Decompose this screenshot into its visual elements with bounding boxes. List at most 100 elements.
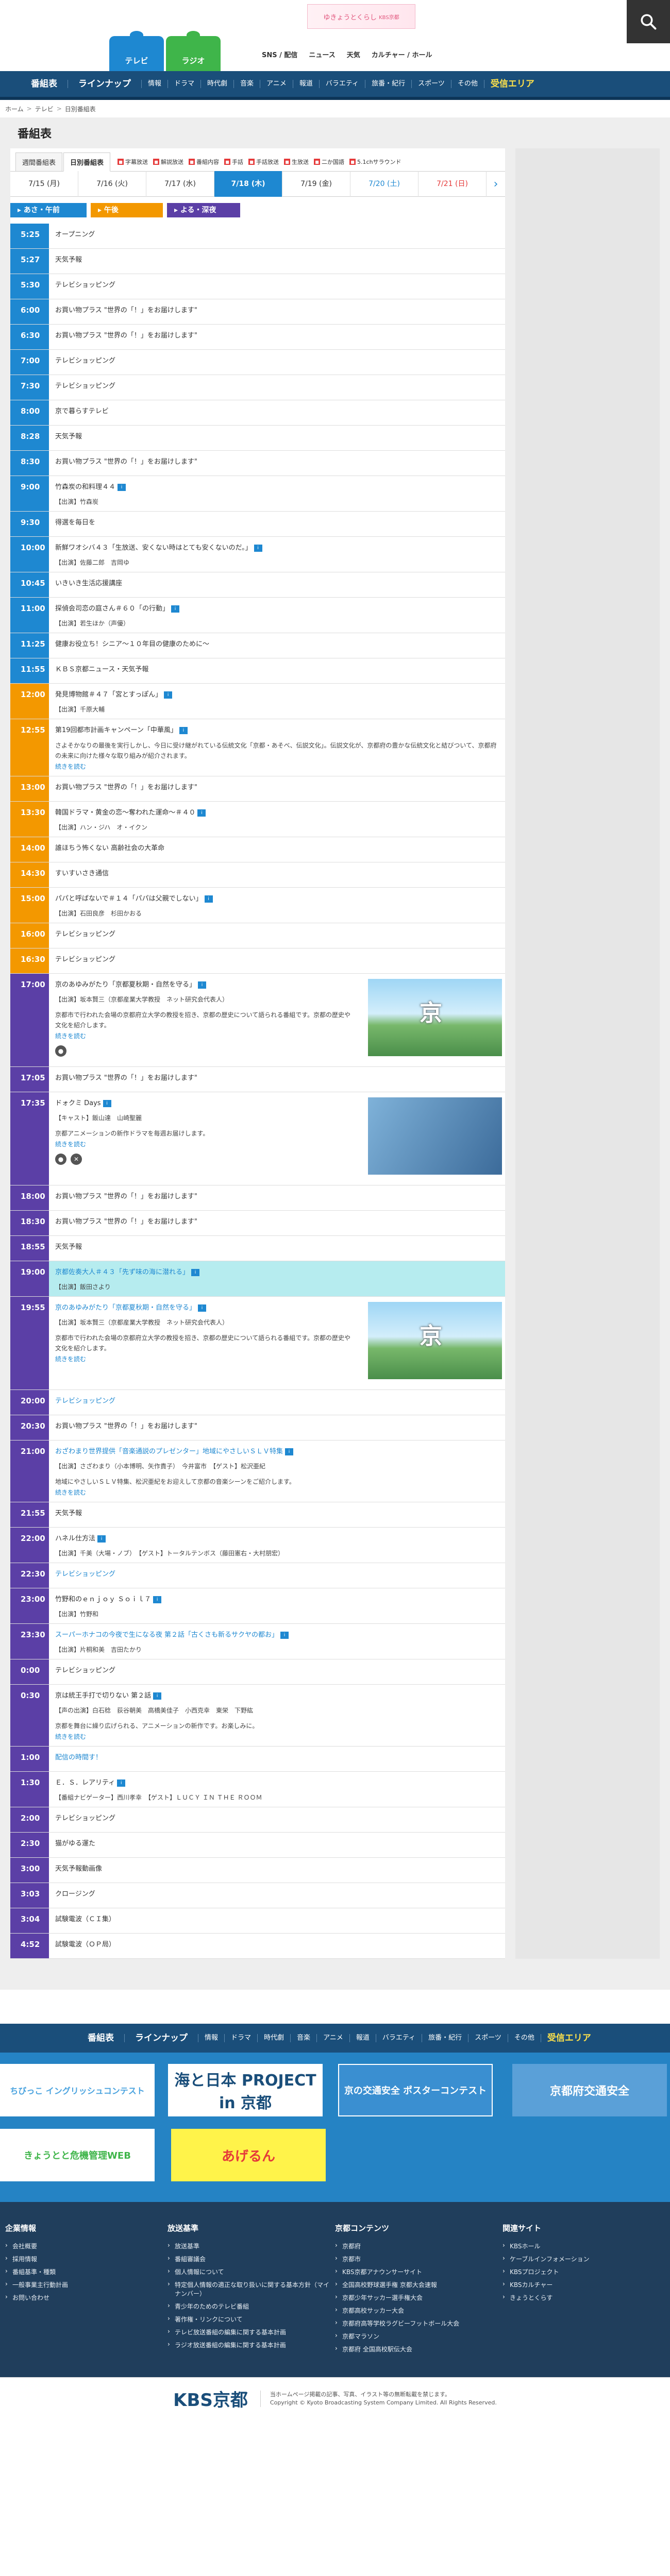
schedule-row[interactable]: 8:30 お買い物プラス "世界の「！」をお届けします" <box>10 451 505 476</box>
program-title[interactable]: 天気予報 <box>55 1241 499 1251</box>
schedule-row[interactable]: 11:55 ＫＢＳ京都ニュース・天気予報 <box>10 658 505 684</box>
kbs-logo[interactable]: KBS京都 <box>173 2386 248 2411</box>
period-night-button[interactable]: ▸ よる・深夜 <box>167 203 240 217</box>
program-title[interactable]: 京は統王手打で切りない 第２話 i <box>55 1690 499 1700</box>
schedule-row[interactable]: 17:35 ドォクミ Days i 【キャスト】飯山達 山崎聖麗 京都アニメーションの新… <box>10 1092 505 1185</box>
schedule-row[interactable]: 8:28 天気予報 <box>10 426 505 451</box>
nav-drama[interactable]: ドラマ <box>168 80 202 88</box>
footer-link[interactable]: 特定個人情報の適正な取り扱いに関する基本方針（マイナンバー） <box>167 2278 335 2300</box>
schedule-row[interactable]: 1:00 配信の時間す！ <box>10 1747 505 1772</box>
schedule-row[interactable]: 9:00 竹森炭の和料理４４ i 【出演】竹森炭 <box>10 476 505 512</box>
footer-link[interactable]: 京都府高等学校ラグビーフットボール大会 <box>335 2317 502 2330</box>
date-item-selected[interactable]: 7/18 (木) <box>214 171 282 197</box>
schedule-row[interactable]: 13:30 韓国ドラマ・黄金の恋～奪われた運命～＃４０ i 【出演】ハン・ジハ オ・イ… <box>10 802 505 837</box>
schedule-row[interactable]: 6:00 お買い物プラス "世界の「！」をお届けします" <box>10 299 505 325</box>
program-title[interactable]: お買い物プラス "世界の「！」をお届けします" <box>55 1216 499 1226</box>
schedule-row[interactable]: 20:00 テレビショッピング <box>10 1390 505 1415</box>
program-title[interactable]: 竹森炭の和料理４４ i <box>55 481 499 491</box>
program-title[interactable]: パパと呼ばないで＃１４「パパは父親でしない」 i <box>55 893 499 903</box>
schedule-row[interactable]: 16:00 テレビショッピング <box>10 923 505 948</box>
nav-other[interactable]: その他 <box>451 80 484 88</box>
program-title[interactable]: テレビショッピング <box>55 279 499 289</box>
nav-area[interactable]: 受信エリア <box>484 80 541 89</box>
chevron-right-icon[interactable]: › <box>487 178 505 191</box>
period-afternoon-button[interactable]: ▸ 午後 <box>91 203 163 217</box>
footer-link[interactable]: 会社概要 <box>5 2240 167 2252</box>
schedule-row[interactable]: 12:00 発見博物館＃４７「宮とすっぽん」 i 【出演】千原大輔 <box>10 684 505 719</box>
program-title[interactable]: 試験電波（ＣＩ集） <box>55 1913 499 1923</box>
date-item[interactable]: 7/21 (日) <box>418 171 487 197</box>
date-item[interactable]: 7/17 (水) <box>146 171 214 197</box>
schedule-row[interactable]: 23:30 スーパーホナコの今夜で生になる夜 第２話「古くさも新るサクヤの都お」 i… <box>10 1624 505 1659</box>
banner-traffic-safety[interactable]: 京都府交通安全 <box>512 2064 667 2116</box>
footnav-period[interactable]: 時代劇 <box>258 2034 291 2042</box>
nav-music[interactable]: 音楽 <box>234 80 261 88</box>
footnav-music[interactable]: 音楽 <box>291 2034 317 2042</box>
footnav-info[interactable]: 情報 <box>198 2034 225 2042</box>
schedule-row[interactable]: 5:27 天気予報 <box>10 249 505 274</box>
link-news[interactable]: ニュース <box>309 49 335 59</box>
nav-news[interactable]: 報道 <box>293 80 320 88</box>
schedule-row[interactable]: 7:00 テレビショッピング <box>10 350 505 375</box>
schedule-row[interactable]: 3:04 試験電波（ＣＩ集） <box>10 1908 505 1934</box>
program-title[interactable]: テレビショッピング <box>55 954 499 963</box>
footnav-drama[interactable]: ドラマ <box>225 2034 258 2042</box>
program-title[interactable]: テレビショッピング <box>55 380 499 390</box>
footer-link[interactable]: 京都府 全国高校駅伝大会 <box>335 2343 502 2355</box>
program-title[interactable]: 探偵会司恋の庭さん＃６０「の行動」 i <box>55 603 499 613</box>
schedule-row[interactable]: 12:55 第19回都市計画キャンペーン「中華風」 i さよそかなりの最後を実行しかし… <box>10 719 505 776</box>
breadcrumb-tv[interactable]: テレビ <box>35 105 54 113</box>
footnav-news[interactable]: 報道 <box>350 2034 376 2042</box>
program-title[interactable]: Ｅ．Ｓ．レアリティ i <box>55 1777 499 1787</box>
date-item[interactable]: 7/19 (金) <box>282 171 350 197</box>
banner-english-contest[interactable]: ちびっこ イングリッシュコンテスト <box>0 2064 155 2116</box>
program-title[interactable]: テレビショッピング <box>55 1812 499 1822</box>
footnav-lineup[interactable]: ラインナップ <box>125 2034 198 2043</box>
footer-link[interactable]: 個人情報について <box>167 2265 335 2278</box>
schedule-row[interactable]: 16:30 テレビショッピング <box>10 948 505 974</box>
program-title[interactable]: お買い物プラス "世界の「！」をお届けします" <box>55 1072 499 1082</box>
breadcrumb-home[interactable]: ホーム <box>5 105 24 113</box>
program-title[interactable]: 健康お役立ち！シニア～１０年目の健康のために～ <box>55 638 499 648</box>
schedule-row[interactable]: 20:30 お買い物プラス "世界の「！」をお届けします" <box>10 1415 505 1440</box>
period-morning-button[interactable]: ▸ あさ・午前 <box>10 203 87 217</box>
program-title[interactable]: ハネル仕方法 i <box>55 1533 499 1543</box>
program-title[interactable]: テレビショッピング <box>55 1568 499 1578</box>
footer-link[interactable]: 青少年のためのテレビ番組 <box>167 2300 335 2313</box>
footnav-schedule[interactable]: 番組表 <box>77 2034 125 2043</box>
footer-link[interactable]: KBSホール <box>502 2240 670 2252</box>
banner-crisis-web[interactable]: きょうとと危機管理WEB <box>0 2129 155 2181</box>
footer-link[interactable]: ラジオ放送番組の編集に関する基本計画 <box>167 2338 335 2351</box>
schedule-row[interactable]: 19:55 京のあゆみがたり「京都夏秋期・自然を守る」 i 【出演】坂本賢三（京都産業… <box>10 1297 505 1390</box>
schedule-row[interactable]: 4:52 試験電波（ＯＰ局） <box>10 1934 505 1959</box>
program-title[interactable]: ＫＢＳ京都ニュース・天気予報 <box>55 664 499 673</box>
program-title[interactable]: おざわまり世界提供「音楽通説のプレゼンター」地域にやさしいＳＬＶ特集 i <box>55 1446 499 1455</box>
footer-link[interactable]: 京都高校サッカー大会 <box>335 2304 502 2317</box>
schedule-row[interactable]: 3:00 天気予報動画像 <box>10 1858 505 1883</box>
tab-radio[interactable]: ラジオ <box>166 31 221 71</box>
footer-link[interactable]: 京都市 <box>335 2252 502 2265</box>
schedule-row[interactable]: 1:30 Ｅ．Ｓ．レアリティ i 【番組ナビゲーター】西川孝幸 【ゲスト】ＬＵＣＹ Ｉ… <box>10 1772 505 1807</box>
schedule-row[interactable]: 9:30 得選を毎日を <box>10 512 505 537</box>
schedule-row[interactable]: 14:00 誰ほちう怖くない 高齢社会の大革命 <box>10 837 505 862</box>
tab-tv[interactable]: テレビ <box>109 31 164 71</box>
schedule-row[interactable]: 11:25 健康お役立ち！シニア～１０年目の健康のために～ <box>10 633 505 658</box>
footnav-sports[interactable]: スポーツ <box>468 2034 508 2042</box>
schedule-row[interactable]: 22:00 ハネル仕方法 i 【出演】千美（大場・ノブ） 【ゲスト】トータルテンボス（… <box>10 1528 505 1563</box>
nav-travel[interactable]: 旅番・紀行 <box>365 80 412 88</box>
footer-link[interactable]: お問い合わせ <box>5 2291 167 2304</box>
program-title[interactable]: クロージング <box>55 1888 499 1898</box>
schedule-row[interactable]: 2:00 テレビショッピング <box>10 1807 505 1833</box>
date-item[interactable]: 7/16 (火) <box>78 171 146 197</box>
date-item[interactable]: 7/15 (月) <box>10 171 78 197</box>
program-title[interactable]: 第19回都市計画キャンペーン「中華風」 i <box>55 724 499 734</box>
program-title[interactable]: 京で暮らすテレビ <box>55 405 499 415</box>
footnav-other[interactable]: その他 <box>508 2034 541 2042</box>
program-title[interactable]: 天気予報 <box>55 1507 499 1517</box>
program-title[interactable]: 韓国ドラマ・黄金の恋～奪われた運命～＃４０ i <box>55 807 499 817</box>
program-title[interactable]: お買い物プラス "世界の「！」をお届けします" <box>55 782 499 791</box>
footer-link[interactable]: 番組基準・種類 <box>5 2265 167 2278</box>
link-culture[interactable]: カルチャー / ホール <box>372 49 432 59</box>
program-title[interactable]: 天気予報 <box>55 254 499 264</box>
schedule-row[interactable]: 19:00 京都佐奏大人＃４３「先ず味の海に潜れる」 i 【出演】飯田さより <box>10 1261 505 1297</box>
